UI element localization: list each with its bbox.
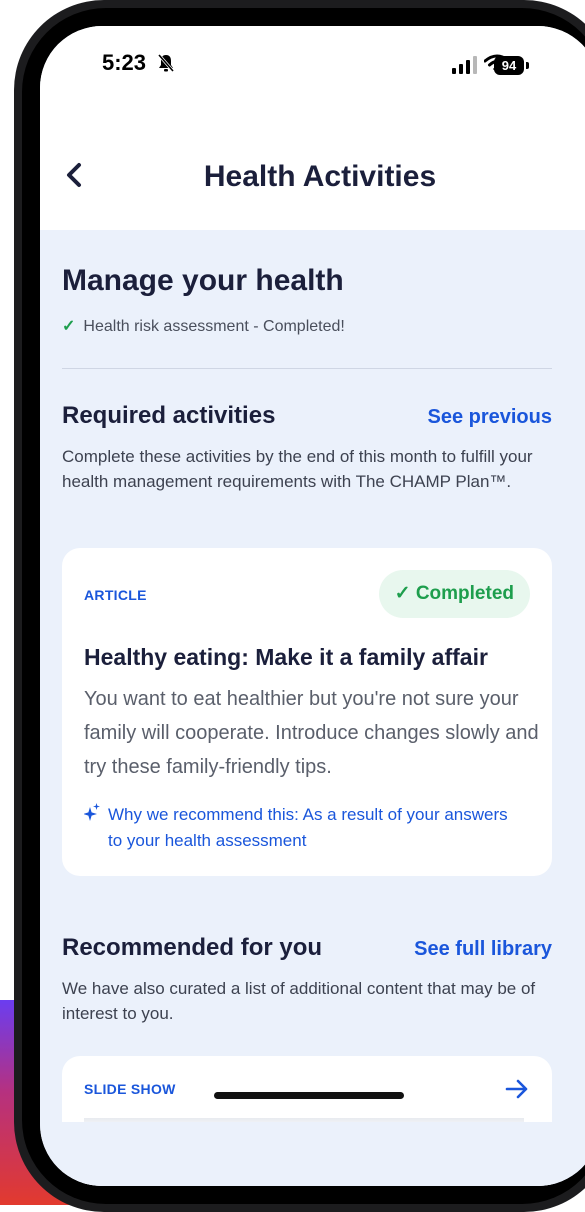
required-activities-description: Complete these activities by the end of … <box>62 447 533 491</box>
recommendation-reason: Why we recommend this: As a result of yo… <box>84 802 524 854</box>
home-indicator[interactable] <box>214 1092 404 1099</box>
completed-badge: ✓ Completed <box>378 570 530 618</box>
page-title: Health Activities <box>203 160 437 193</box>
checkmark-icon: ✓ <box>62 318 76 335</box>
nav-bar: Health Activities <box>40 116 585 230</box>
arrow-right-icon[interactable] <box>504 1076 530 1102</box>
status-time: 5:23 <box>102 50 147 75</box>
see-previous-link[interactable]: See previous <box>427 406 552 429</box>
bottom-safe-area <box>40 1122 585 1186</box>
article-title: Healthy eating: Make it a family affair <box>84 644 488 670</box>
article-tag: ARTICLE <box>84 587 147 603</box>
bell-slash-icon <box>157 54 175 72</box>
recommendation-reason-text: Why we recommend this: As a result of yo… <box>108 805 508 850</box>
phone-screen: 5:23 94 Health Activities Manage your he… <box>40 26 585 1186</box>
slideshow-tag: SLIDE SHOW <box>84 1081 176 1097</box>
hra-status-text: Health risk assessment - Completed! <box>83 318 345 335</box>
manage-health-heading: Manage your health <box>62 264 344 297</box>
recommended-description: We have also curated a list of additiona… <box>62 979 536 1023</box>
see-full-library-link[interactable]: See full library <box>414 938 552 961</box>
battery-icon: 94 <box>494 56 524 75</box>
required-activities-heading: Required activities <box>62 402 276 429</box>
battery-tip <box>526 62 529 69</box>
checkmark-icon: ✓ <box>394 583 416 604</box>
section-divider <box>62 368 552 369</box>
cellular-signal-icon <box>452 56 477 74</box>
completed-badge-label: Completed <box>415 583 514 604</box>
article-summary: You want to eat healthier but you're not… <box>84 688 539 778</box>
sparkle-icon <box>84 803 100 821</box>
recommended-heading: Recommended for you <box>62 934 323 961</box>
article-card[interactable]: ARTICLE ✓ Completed Healthy eating: Make… <box>62 548 552 876</box>
status-bar: 5:23 94 <box>40 26 585 116</box>
hra-status: ✓ Health risk assessment - Completed! <box>62 316 345 336</box>
